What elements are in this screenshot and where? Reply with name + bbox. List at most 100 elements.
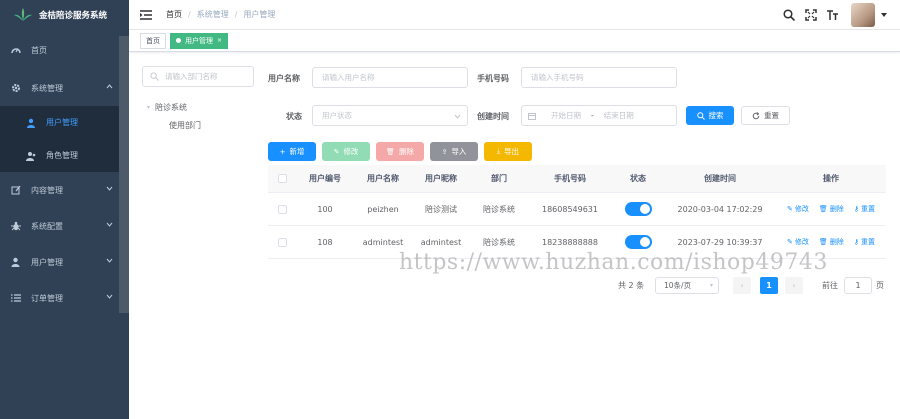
watermark-text: https://www.huzhan.com/ishop49743: [399, 250, 828, 275]
row-edit-link[interactable]: ✎ 修改: [787, 204, 809, 214]
chevron-down-icon: [106, 222, 113, 227]
row-checkbox[interactable]: [277, 204, 287, 214]
search-button[interactable]: 搜索: [686, 106, 734, 125]
edit-icon: ✎: [787, 238, 793, 246]
status-label: 状态: [286, 112, 302, 121]
hamburger-icon[interactable]: [140, 9, 152, 20]
calendar-icon: [528, 112, 536, 120]
tag-label: 首页: [146, 36, 160, 45]
close-icon[interactable]: ×: [217, 37, 222, 44]
breadcrumb-system: 系统管理: [196, 10, 229, 19]
row-reset-password-link[interactable]: ⚷ 重置: [854, 237, 875, 247]
row-edit-link[interactable]: ✎ 修改: [787, 237, 809, 247]
app-root: 金桔陪诊服务系统 首页 系统管理 用户管理 角色管理 内容管理 系统配置 用户管…: [0, 0, 900, 419]
page-number-current[interactable]: 1: [760, 277, 778, 294]
search-icon: [696, 111, 705, 120]
header-cell: 状态: [630, 174, 646, 183]
edit-icon: [11, 185, 21, 195]
sidebar-item-orders[interactable]: 订单管理: [0, 280, 129, 316]
user-icon: [11, 257, 21, 267]
sidebar-item-user-management[interactable]: 用户管理: [0, 106, 129, 139]
chevron-down-icon: ▾: [709, 282, 713, 289]
fullscreen-icon[interactable]: [805, 9, 817, 21]
phone-placeholder: 请输入手机号码: [531, 73, 584, 82]
add-button[interactable]: + 新增: [268, 142, 316, 161]
chevron-right-icon: ›: [792, 281, 796, 290]
import-button-label: 导入: [451, 147, 467, 156]
navbar-right: [783, 0, 900, 30]
sidebar-item-users[interactable]: 用户管理: [0, 244, 129, 280]
phone-input[interactable]: 请输入手机号码: [521, 67, 677, 88]
username-placeholder: 请输入用户名称: [322, 73, 375, 82]
sidebar-item-role-management[interactable]: 角色管理: [0, 139, 129, 172]
chevron-down-icon: [454, 114, 461, 119]
start-date-placeholder[interactable]: 开始日期: [551, 110, 581, 121]
next-page-button[interactable]: ›: [785, 277, 803, 294]
export-button[interactable]: ⤓ 导出: [484, 142, 532, 161]
status-switch[interactable]: [624, 202, 652, 216]
tree-node-root[interactable]: ▾ 陪诊系统: [147, 102, 187, 113]
avatar[interactable]: [851, 3, 875, 27]
header-cell: 用户名称: [367, 174, 399, 183]
download-icon: ⤓: [496, 147, 501, 155]
page-size-select[interactable]: 10条/页 ▾: [655, 277, 719, 294]
search-button-label: 搜索: [708, 111, 724, 120]
username-label: 用户名称: [268, 74, 300, 83]
edit-button-label: 修改: [343, 147, 359, 156]
breadcrumb-separator: /: [234, 10, 238, 19]
sidebar-item-label: 订单管理: [31, 293, 63, 303]
sidebar-scrollbar[interactable]: [119, 36, 129, 313]
sidebar-item-config[interactable]: 系统配置: [0, 208, 129, 244]
status-cell: [612, 202, 664, 216]
sidebar-item-label: 系统配置: [31, 221, 63, 231]
status-switch[interactable]: [624, 235, 652, 249]
goto-page-input[interactable]: 1: [844, 277, 872, 294]
app-logo[interactable]: 金桔陪诊服务系统: [0, 0, 129, 30]
search-icon[interactable]: [783, 9, 795, 21]
plus-icon: +: [279, 147, 286, 156]
date-range-picker[interactable]: 开始日期 - 结束日期: [521, 105, 677, 126]
sidebar-item-system[interactable]: 系统管理: [0, 70, 129, 106]
table-row: 100 peizhen 陪诊测试 陪诊系统 18608549631 2020-0…: [268, 193, 886, 226]
font-size-icon[interactable]: [827, 9, 839, 21]
chevron-left-icon: ‹: [740, 281, 744, 290]
upload-icon: ⇪: [441, 147, 448, 156]
username-input[interactable]: 请输入用户名称: [312, 67, 468, 88]
row-delete-link[interactable]: 🗑 删除: [819, 237, 844, 247]
chevron-down-icon: [106, 294, 113, 299]
end-date-placeholder[interactable]: 结束日期: [604, 110, 634, 121]
import-button[interactable]: ⇪ 导入: [430, 142, 478, 161]
prev-page-button[interactable]: ‹: [733, 277, 751, 294]
header-cell: 用户昵称: [425, 174, 457, 183]
tag-user-management[interactable]: 用户管理 ×: [170, 32, 229, 49]
select-all-checkbox[interactable]: [277, 174, 287, 183]
sidebar-item-label: 角色管理: [46, 151, 78, 160]
user-nick-cell: 陪诊测试: [425, 204, 457, 214]
status-placeholder: 用户状态: [322, 111, 352, 120]
row-reset-password-link[interactable]: ⚷ 重置: [854, 204, 875, 214]
user-table: 用户编号 用户名称 用户昵称 部门 手机号码 状态 创建时间 操作 100 pe…: [268, 165, 886, 259]
caret-down-icon[interactable]: [881, 12, 887, 18]
row-checkbox[interactable]: [277, 237, 287, 247]
sidebar-submenu-system: 用户管理 角色管理: [0, 106, 129, 172]
dept-search-input[interactable]: 请输入部门名称: [142, 66, 254, 87]
key-icon: ⚷: [853, 238, 859, 246]
tag-home[interactable]: 首页: [140, 32, 166, 49]
trash-icon: 🗑: [386, 147, 395, 156]
reset-button[interactable]: 重置: [741, 106, 790, 125]
app-title: 金桔陪诊服务系统: [39, 11, 108, 21]
status-select[interactable]: 用户状态: [312, 105, 468, 126]
user-id-cell: 108: [317, 237, 333, 247]
tree-node-child[interactable]: 使用部门: [169, 120, 201, 131]
delete-button[interactable]: 🗑 删除: [376, 142, 424, 161]
row-delete-link[interactable]: 🗑 删除: [819, 204, 844, 214]
breadcrumb-home[interactable]: 首页: [166, 9, 182, 20]
sidebar-item-home[interactable]: 首页: [0, 30, 129, 70]
sidebar-item-content[interactable]: 内容管理: [0, 172, 129, 208]
sidebar-item-label: 系统管理: [31, 83, 63, 93]
edit-button[interactable]: ✎ 修改: [322, 142, 370, 161]
row-checkbox-cell: [268, 204, 296, 214]
caret-down-icon[interactable]: ▾: [147, 104, 150, 111]
phone-label: 手机号码: [477, 74, 509, 83]
edit-icon: ✎: [787, 205, 793, 213]
